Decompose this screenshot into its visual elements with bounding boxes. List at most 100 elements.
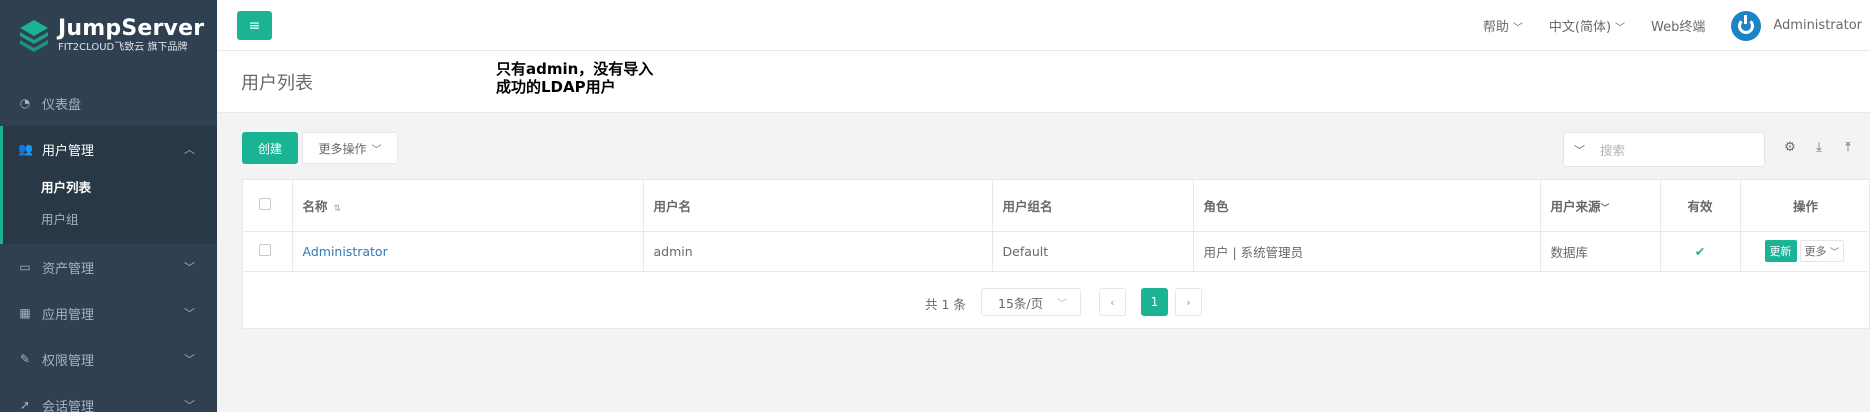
column-header-name[interactable]: 名称 ⇅ [292,180,644,232]
submenu-user-management: 用户列表 用户组 [0,172,217,244]
user-name: Administrator [1773,18,1862,33]
chevron-down-icon: ﹀ [184,399,195,412]
next-page-button[interactable]: › [1175,288,1202,316]
cell-username: admin [643,231,993,272]
help-menu[interactable]: 帮助 ﹀ [1483,16,1523,35]
user-table: 名称 ⇅ 用户名 用户组名 角色 用户来源﹀ 有效 操作 Administrato… [242,179,1870,329]
inbox-icon: ▭ [19,260,31,274]
chevron-down-icon: ﹀ [1512,23,1523,34]
row-select-cell [243,231,293,272]
jumpserver-logo-icon [18,19,50,53]
check-icon: ✔ [1694,243,1706,259]
column-header-role: 角色 [1193,180,1541,232]
chevron-down-icon: ﹀ [1615,23,1626,34]
language-selector[interactable]: 中文(简体) ﹀ [1549,16,1625,35]
cell-valid: ✔ [1660,231,1741,272]
users-icon: 👥 [18,142,33,156]
help-label: 帮助 [1482,20,1509,35]
create-button[interactable]: 创建 [242,132,298,164]
dashboard-icon: ◔ [19,96,31,110]
sidebar-item-app-management[interactable]: ▦ 应用管理 ﹀ [0,290,217,336]
row-checkbox[interactable] [259,243,271,256]
sidebar-item-user-management[interactable]: 👥 用户管理 ︿ [0,126,217,172]
chevron-down-icon: ﹀ [184,261,195,274]
hamburger-icon: ≡ [248,17,261,34]
sidebar-item-label: 应用管理 [42,307,95,323]
annotation-note: 只有admin，没有导入成功的LDAP用户 [496,60,654,96]
select-all-checkbox[interactable] [259,197,271,210]
chevron-down-icon: ﹀ [184,353,195,366]
sidebar-item-label: 用户管理 [42,143,95,159]
column-header-valid: 有效 [1660,180,1741,232]
chevron-down-icon: ﹀ [184,307,195,320]
chevron-down-icon: ﹀ [371,144,382,156]
sidebar-subitem-user-group[interactable]: 用户组 [3,204,217,236]
chevron-down-icon: ﹀ [1600,203,1610,214]
column-header-source[interactable]: 用户来源﹀ [1540,180,1661,232]
column-header-group: 用户组名 [992,180,1194,232]
page-size-select[interactable]: 15条/页 ﹀ [981,288,1081,316]
page-heading: 用户列表 [217,51,1870,113]
sidebar-item-label: 资产管理 [42,261,95,277]
language-label: 中文(简体) [1548,20,1612,35]
prev-page-button[interactable]: ‹ [1099,288,1126,316]
more-actions-button[interactable]: 更多操作 ﹀ [302,132,398,164]
chevron-right-icon: › [1186,295,1191,309]
chevron-up-icon: ︿ [184,143,195,156]
table-header-row: 名称 ⇅ 用户名 用户组名 角色 用户来源﹀ 有效 操作 [243,180,1870,232]
row-more-label: 更多 [1804,245,1827,258]
column-label: 用户来源 [1550,198,1601,214]
sidebar-nav: ◔ 仪表盘 👥 用户管理 ︿ 用户列表 用户组 ▭ 资产管理 ﹀ ▦ 应用管理 … [0,80,217,412]
column-header-username: 用户名 [643,180,993,232]
sidebar-item-label: 会话管理 [42,399,95,412]
column-header-actions: 操作 [1740,180,1870,232]
page-number-button[interactable]: 1 [1141,288,1168,316]
brand-title: JumpServer [58,16,205,41]
sort-icon[interactable]: ⇅ [334,204,342,214]
power-icon [1738,14,1755,34]
row-more-button[interactable]: 更多 ﹀ [1799,240,1845,262]
sidebar-item-label: 权限管理 [42,353,95,369]
chevron-down-icon[interactable]: ﹀ [1574,142,1594,158]
cell-role: 用户 | 系统管理员 [1193,231,1541,272]
cell-actions: 更新 更多 ﹀ [1740,231,1870,272]
user-name-link[interactable]: Administrator [303,244,388,259]
top-navbar: ≡ 帮助 ﹀ 中文(简体) ﹀ Web终端 Administrator [217,0,1870,51]
sidebar-toggle-button[interactable]: ≡ [237,11,272,40]
cell-group: Default [992,231,1194,272]
edit-icon: ✎ [19,352,31,366]
web-terminal-link[interactable]: Web终端 [1651,16,1705,35]
total-count: 共 1 条 [925,297,966,312]
chevron-down-icon: ﹀ [1057,298,1068,310]
sidebar-subitem-user-list[interactable]: 用户列表 [3,172,217,204]
sidebar-item-asset-management[interactable]: ▭ 资产管理 ﹀ [0,244,217,290]
sidebar-item-label: 仪表盘 [42,97,82,113]
rocket-icon: ➚ [19,398,31,412]
select-all-cell [243,180,293,232]
upload-icon[interactable]: ⤒ [1840,140,1856,155]
user-menu[interactable]: Administrator [1731,10,1862,41]
page-title: 用户列表 [241,73,313,94]
brand-subtitle: FIT2CLOUD飞致云 旗下品牌 [58,42,188,53]
avatar [1731,10,1762,41]
cell-name: Administrator [292,231,644,272]
sidebar-item-permission-management[interactable]: ✎ 权限管理 ﹀ [0,336,217,382]
update-button[interactable]: 更新 [1764,240,1797,262]
search-placeholder: 搜索 [1600,143,1626,158]
pagination: 共 1 条 15条/页 ﹀ ‹ 1 › [243,287,1870,317]
settings-icon[interactable]: ⚙ [1782,140,1798,155]
chevron-left-icon: ‹ [1110,295,1115,309]
sidebar: JumpServer FIT2CLOUD飞致云 旗下品牌 ◔ 仪表盘 👥 用户管… [0,0,217,412]
cell-source: 数据库 [1540,231,1661,272]
download-icon[interactable]: ⤓ [1811,140,1827,155]
search-input[interactable]: ﹀ 搜索 [1563,132,1765,167]
page-size-label: 15条/页 [998,295,1044,311]
column-label: 名称 [302,198,328,214]
chevron-down-icon: ﹀ [1830,248,1840,258]
brand-logo[interactable]: JumpServer FIT2CLOUD飞致云 旗下品牌 [0,0,217,71]
sidebar-item-session-management[interactable]: ➚ 会话管理 ﹀ [0,382,217,412]
more-actions-label: 更多操作 [318,141,367,156]
sidebar-item-dashboard[interactable]: ◔ 仪表盘 [0,80,217,126]
grid-icon: ▦ [19,306,31,320]
table-row: Administrator admin Default 用户 | 系统管理员 数… [243,231,1870,272]
